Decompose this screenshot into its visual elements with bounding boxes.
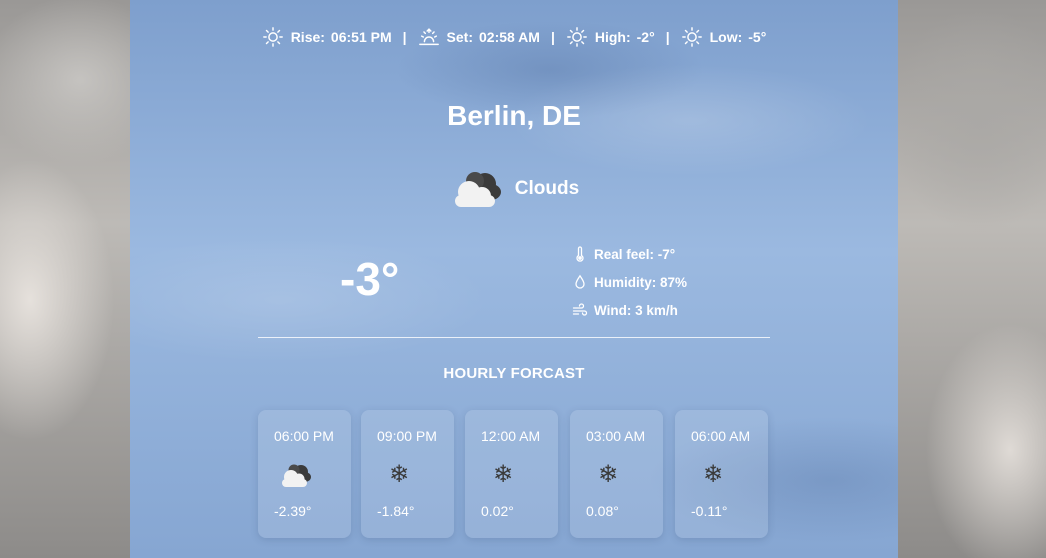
snowflake-icon: ❄ bbox=[703, 461, 724, 488]
snowflake-icon: ❄ bbox=[598, 461, 619, 488]
hourly-time: 12:00 AM bbox=[481, 428, 541, 444]
hourly-temperature: 0.08° bbox=[586, 503, 619, 519]
clouds-icon bbox=[454, 172, 501, 207]
hourly-time: 09:00 PM bbox=[377, 428, 437, 444]
clouds-icon bbox=[282, 464, 311, 487]
sunrise-label: Rise: bbox=[290, 29, 325, 45]
sunset-info: Set: 02:58 AM bbox=[418, 26, 540, 48]
hourly-card: 06:00 PM -2.39° bbox=[258, 410, 351, 538]
separator: | bbox=[550, 29, 555, 45]
sunrise-info: Rise: 06:51 PM bbox=[262, 26, 392, 48]
wind-icon bbox=[572, 303, 588, 316]
sun-icon bbox=[681, 27, 702, 47]
high-info: High: -2° bbox=[566, 26, 655, 48]
hourly-card: 03:00 AM ❄ 0.08° bbox=[570, 410, 663, 538]
real-feel-text: Real feel: -7° bbox=[594, 246, 676, 262]
hourly-temperature: -2.39° bbox=[274, 503, 312, 519]
sunset-label: Set: bbox=[446, 29, 473, 45]
hourly-temperature: -0.11° bbox=[691, 503, 728, 519]
humidity-text: Humidity: 87% bbox=[594, 274, 688, 290]
sunset-icon bbox=[418, 28, 439, 46]
current-temperature: -3° bbox=[340, 253, 400, 305]
wind-text: Wind: 3 km/h bbox=[594, 302, 678, 318]
high-label: High: bbox=[594, 29, 631, 45]
hourly-forecast-title: HOURLY FORCAST bbox=[443, 365, 585, 382]
hourly-card: 12:00 AM ❄ 0.02° bbox=[465, 410, 558, 538]
hourly-temperature: 0.02° bbox=[481, 503, 514, 519]
separator: | bbox=[402, 29, 407, 45]
snowflake-icon: ❄ bbox=[389, 461, 410, 488]
snowflake-icon: ❄ bbox=[493, 461, 514, 488]
sunrise-value: 06:51 PM bbox=[330, 29, 392, 45]
hourly-card: 09:00 PM ❄ -1.84° bbox=[361, 410, 454, 538]
humidity-row: Humidity: 87% bbox=[572, 268, 687, 296]
separator: | bbox=[665, 29, 670, 45]
sun-icon bbox=[566, 27, 587, 47]
weather-panel: Rise: 06:51 PM | Set: 02:58 AM | High: -… bbox=[130, 0, 898, 558]
current-condition: Clouds bbox=[130, 168, 898, 210]
sun-icon bbox=[262, 27, 283, 47]
city-title: Berlin, DE bbox=[447, 100, 581, 131]
weather-details: Real feel: -7° Humidity: 87% Wind: 3 km/… bbox=[572, 240, 687, 324]
low-label: Low: bbox=[709, 29, 743, 45]
hourly-time: 06:00 PM bbox=[274, 428, 334, 444]
divider bbox=[258, 337, 770, 338]
real-feel-row: Real feel: -7° bbox=[572, 240, 687, 268]
thermometer-icon bbox=[576, 246, 584, 262]
sun-info-bar: Rise: 06:51 PM | Set: 02:58 AM | High: -… bbox=[130, 26, 898, 48]
low-info: Low: -5° bbox=[681, 26, 767, 48]
hourly-time: 06:00 AM bbox=[691, 428, 751, 444]
hourly-time: 03:00 AM bbox=[586, 428, 646, 444]
sunset-value: 02:58 AM bbox=[479, 29, 540, 45]
condition-label: Clouds bbox=[514, 178, 580, 199]
droplet-icon bbox=[575, 274, 585, 289]
hourly-card: 06:00 AM ❄ -0.11° bbox=[675, 410, 768, 538]
wind-row: Wind: 3 km/h bbox=[572, 296, 687, 324]
high-value: -2° bbox=[636, 29, 655, 45]
low-value: -5° bbox=[748, 29, 767, 45]
hourly-temperature: -1.84° bbox=[377, 503, 415, 519]
